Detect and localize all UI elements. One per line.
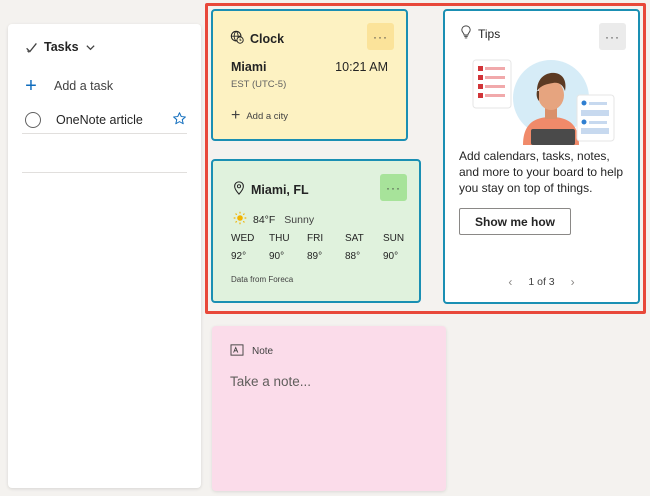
tasks-check-icon [25,41,38,54]
note-card-header: Note [230,344,273,359]
tips-body: Add calendars, tasks, notes, and more to… [459,149,624,195]
note-icon [230,344,244,359]
globe-clock-icon [230,30,244,47]
lightbulb-icon [460,25,472,42]
clock-title: Clock [250,31,285,46]
chevron-left-icon[interactable]: ‹ [508,275,512,289]
weather-more-button[interactable]: ··· [380,174,407,201]
tips-card: Tips ··· Add calendars, tasks, notes, an… [443,9,640,304]
tips-card-header: Tips [460,25,500,42]
weather-card: Miami, FL ··· 84°F Sunny WED 92° THU 90°… [211,159,421,303]
star-icon[interactable] [172,111,187,129]
clock-more-button[interactable]: ··· [367,23,394,50]
add-task-row[interactable]: + Add a task [22,74,187,98]
tasks-panel: Tasks + Add a task OneNote article [8,24,201,488]
weather-current: 84°F Sunny [233,211,314,228]
forecast-day-name: SAT [345,233,364,244]
forecast-day: SUN 90° [383,233,421,262]
weather-source: Data from Foreca [231,275,294,284]
show-me-how-button[interactable]: Show me how [459,208,571,235]
tips-illustration [471,55,616,145]
forecast-day-temp: 92° [231,251,247,262]
note-input[interactable]: Take a note... [230,374,311,389]
chevron-right-icon[interactable]: › [571,275,575,289]
forecast-row: WED 92° THU 90° FRI 89° SAT 88° SUN 90° [231,233,421,262]
weather-title: Miami, FL [251,182,309,197]
clock-card: Clock ··· Miami 10:21 AM EST (UTC-5) + A… [211,9,408,141]
clock-time: 10:21 AM [335,60,388,74]
tasks-title: Tasks [44,40,79,54]
clock-card-header: Clock [230,30,284,47]
forecast-day: THU 90° [269,233,307,262]
location-pin-icon [233,181,245,198]
add-task-input[interactable]: Add a task [54,79,113,93]
plus-icon: + [231,107,241,124]
forecast-day-name: FRI [307,233,324,244]
forecast-day-temp: 90° [269,251,285,262]
forecast-day-name: THU [269,233,290,244]
current-temperature: 84°F [253,213,276,226]
clock-timezone: EST (UTC-5) [231,79,287,90]
add-city-button[interactable]: + Add a city [231,107,288,125]
task-complete-checkbox[interactable] [25,111,41,128]
forecast-day: SAT 88° [345,233,383,262]
pager-label: 1 of 3 [528,276,555,288]
tips-title: Tips [478,26,501,41]
current-condition: Sunny [284,213,315,226]
forecast-day-temp: 88° [345,251,361,262]
chevron-down-icon[interactable] [85,42,96,53]
divider [22,172,187,173]
forecast-day: WED 92° [231,233,269,262]
task-name: OneNote article [56,112,143,127]
task-row[interactable]: OneNote article [22,106,187,134]
plus-icon: + [25,74,37,97]
tips-pager: ‹ 1 of 3 › [445,275,638,289]
tasks-header[interactable]: Tasks [25,40,96,54]
forecast-day-temp: 89° [307,251,323,262]
forecast-day-name: WED [231,233,255,244]
note-card[interactable]: Note Take a note... [212,326,446,491]
weather-card-header: Miami, FL [233,181,309,198]
forecast-day-name: SUN [383,233,405,244]
clock-city: Miami [231,60,267,74]
note-title: Note [252,346,274,357]
tips-more-button[interactable]: ··· [599,23,626,50]
forecast-day-temp: 90° [383,251,399,262]
add-city-label: Add a city [246,110,289,122]
sun-icon [233,211,247,228]
forecast-day: FRI 89° [307,233,345,262]
